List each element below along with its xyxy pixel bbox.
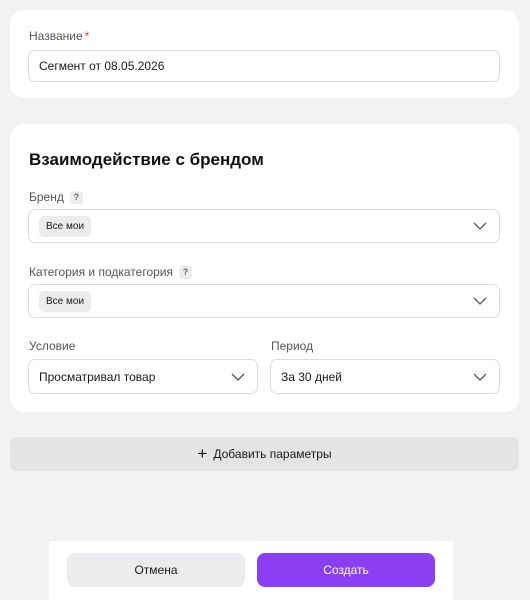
brand-interaction-card: Взаимодействие с брендом Бренд ? Все мои… bbox=[10, 124, 519, 412]
name-input-value: Сегмент от 08.05.2026 bbox=[39, 59, 165, 73]
chevron-down-icon bbox=[473, 222, 487, 230]
chevron-down-icon bbox=[473, 297, 487, 305]
name-label: Название * bbox=[29, 29, 90, 43]
help-icon[interactable]: ? bbox=[179, 265, 192, 279]
cancel-button[interactable]: Отмена bbox=[67, 553, 245, 587]
footer-actions: Отмена Создать bbox=[49, 541, 453, 600]
add-parameters-button[interactable]: + Добавить параметры bbox=[10, 437, 519, 471]
chevron-down-icon bbox=[473, 373, 487, 381]
category-chip: Все мои bbox=[39, 290, 92, 312]
help-icon[interactable]: ? bbox=[69, 190, 83, 204]
section-title: Взаимодействие с брендом bbox=[29, 150, 264, 169]
category-label: Категория и подкатегория ? bbox=[29, 265, 192, 279]
brand-label: Бренд ? bbox=[29, 190, 83, 204]
condition-value: Просматривал товар bbox=[39, 369, 156, 384]
condition-select[interactable]: Просматривал товар bbox=[28, 359, 258, 394]
brand-chip: Все мои bbox=[39, 215, 92, 237]
add-parameters-label: Добавить параметры bbox=[213, 447, 332, 461]
required-mark: * bbox=[84, 29, 90, 43]
category-select[interactable]: Все мои bbox=[28, 284, 500, 318]
plus-icon: + bbox=[197, 443, 208, 463]
name-input[interactable]: Сегмент от 08.05.2026 bbox=[28, 50, 500, 82]
create-button[interactable]: Создать bbox=[257, 553, 435, 587]
period-value: За 30 дней bbox=[281, 369, 342, 384]
name-card: Название * Сегмент от 08.05.2026 bbox=[10, 10, 519, 98]
period-select[interactable]: За 30 дней bbox=[270, 359, 500, 394]
brand-select[interactable]: Все мои bbox=[28, 209, 500, 243]
period-label: Период bbox=[271, 339, 314, 353]
condition-label: Условие bbox=[29, 339, 76, 353]
chevron-down-icon bbox=[231, 373, 245, 381]
